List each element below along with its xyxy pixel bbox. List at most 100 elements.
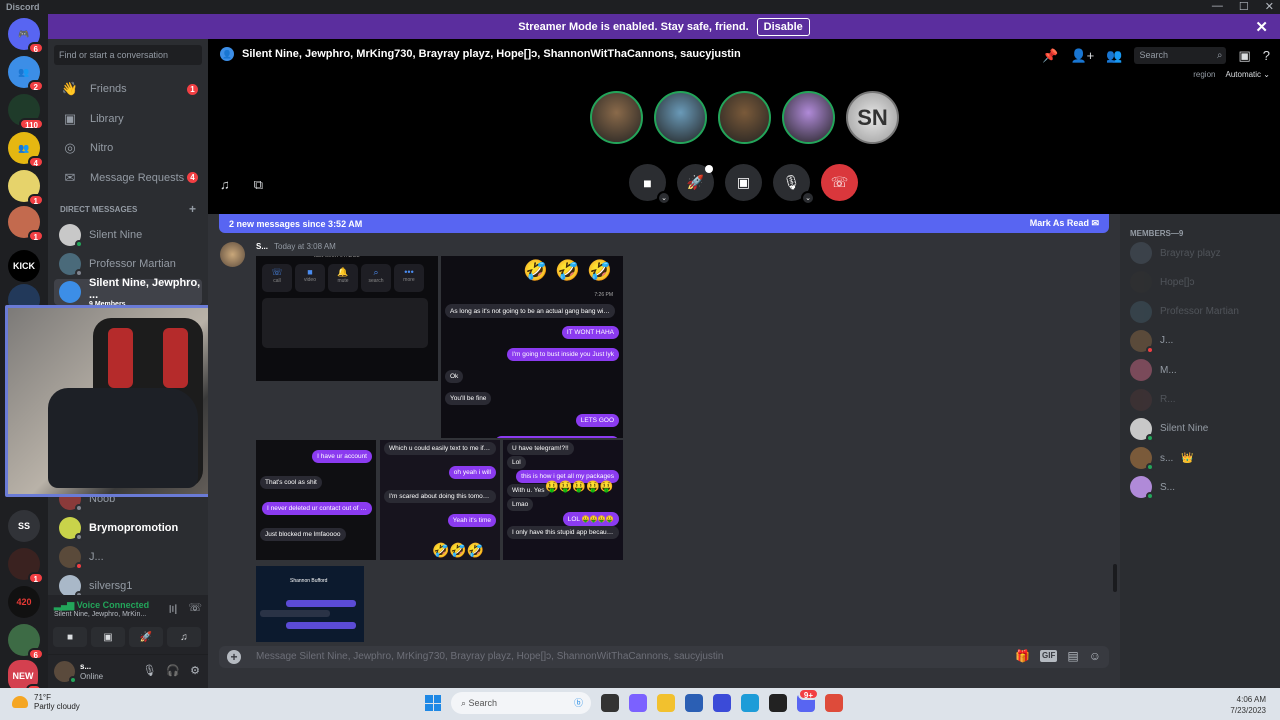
gift-icon[interactable]: 🎁 xyxy=(1015,649,1030,663)
participant-2-avatar[interactable] xyxy=(654,91,707,144)
activity-button[interactable]: 🚀 xyxy=(129,627,163,647)
screen-share-button[interactable]: ▣ xyxy=(91,627,125,647)
chat-scrollbar[interactable] xyxy=(1113,564,1117,592)
user-avatar[interactable] xyxy=(54,661,77,684)
attachment-image-2[interactable]: 🤣 🤣 🤣 7:26 PM As long as it's not going … xyxy=(441,256,623,438)
obs-icon[interactable] xyxy=(769,694,787,712)
participant-silent-nine-avatar[interactable]: SN xyxy=(846,91,899,144)
participant-4-avatar[interactable] xyxy=(782,91,835,144)
attachment-image-5[interactable]: U have telegram!?!! Lol this is how i get … xyxy=(503,440,623,560)
soundboard-icon[interactable]: ♫ xyxy=(220,177,230,193)
guild-server-ss[interactable]: SS xyxy=(8,510,40,542)
system-clock[interactable]: 4:06 AM 7/23/2023 xyxy=(1230,694,1266,716)
chevron-down-icon[interactable]: ⌄ xyxy=(657,191,671,205)
disable-streamer-mode-button[interactable]: Disable xyxy=(756,17,810,36)
mark-as-read-button[interactable]: Mark As Read ✉ xyxy=(1030,218,1099,229)
minimize-button[interactable]: — xyxy=(1212,0,1223,13)
dm-item[interactable]: Silent Nine, Jewphro, ... 9 Members xyxy=(54,277,202,308)
microsoft-store-icon[interactable] xyxy=(685,694,703,712)
help-icon[interactable]: ? xyxy=(1263,48,1270,63)
gear-icon[interactable]: ⚙ xyxy=(190,664,200,677)
search-input[interactable]: Search ⌕ xyxy=(1134,47,1227,64)
guild-discord-home[interactable]: 🎮 6 xyxy=(8,18,44,54)
sidebar-item-nitro[interactable]: ◎ Nitro xyxy=(54,134,202,162)
member-item[interactable]: Hope[]ɔ xyxy=(1130,271,1194,294)
sticker-icon[interactable]: ▤ xyxy=(1067,649,1078,663)
guild-server-420[interactable]: 420 xyxy=(8,586,40,618)
discord-icon[interactable]: 9+ xyxy=(797,688,819,712)
app-m-icon[interactable] xyxy=(713,694,731,712)
member-item[interactable]: S... xyxy=(1130,476,1175,501)
teams-chat-icon[interactable] xyxy=(629,694,647,712)
member-item[interactable]: Professor Martian xyxy=(1130,300,1239,323)
sidebar-item-friends[interactable]: 👋 Friends 1 xyxy=(54,75,202,103)
message-author[interactable]: S... xyxy=(256,242,268,251)
task-view-icon[interactable] xyxy=(601,694,619,712)
guild-server-dark[interactable]: 1 xyxy=(8,548,44,584)
add-friends-icon[interactable]: 👤+ xyxy=(1071,48,1095,64)
microphone-icon[interactable]: 🎙 xyxy=(142,664,156,677)
close-window-button[interactable]: ✕ xyxy=(1265,0,1274,13)
disconnect-icon[interactable]: ☏ xyxy=(188,601,202,617)
headphones-icon[interactable]: 🎧 xyxy=(166,664,180,677)
chrome-icon[interactable] xyxy=(825,694,843,712)
taskbar-search[interactable]: ⌕ Search ⓑ xyxy=(451,692,591,714)
gif-icon[interactable]: GIF xyxy=(1040,650,1058,662)
message-composer[interactable]: + Message Silent Nine, Jewphro, MrKing73… xyxy=(219,646,1109,668)
camera-button[interactable]: ■ xyxy=(53,627,87,647)
start-button[interactable] xyxy=(425,695,441,711)
voice-channel-name[interactable]: Silent Nine, Jewphro, MrKin... xyxy=(54,611,146,618)
maximize-button[interactable]: ☐ xyxy=(1239,0,1249,13)
new-messages-bar[interactable]: 2 new messages since 3:52 AM Mark As Rea… xyxy=(219,214,1109,233)
dm-item[interactable]: Brymopromotion xyxy=(54,514,202,542)
activity-button[interactable]: 🚀 xyxy=(677,164,714,201)
sidebar-item-library[interactable]: ▣ Library xyxy=(54,105,202,133)
member-list-icon[interactable]: 👥 xyxy=(1106,48,1122,64)
dm-item[interactable]: J... xyxy=(54,543,202,571)
dm-item[interactable]: Professor Martian xyxy=(54,250,202,278)
disconnect-button[interactable]: ☏ xyxy=(821,164,858,201)
member-item[interactable]: s... 👑 xyxy=(1130,447,1194,472)
camera-toggle-button[interactable]: ■ ⌄ xyxy=(629,164,671,205)
guild-group-dm-yellow[interactable]: 👥 4 xyxy=(8,132,44,168)
member-item[interactable]: Silent Nine xyxy=(1130,417,1208,442)
attachment-image-6[interactable]: Shannon Bufford xyxy=(256,566,364,642)
member-item[interactable]: R... xyxy=(1130,388,1176,411)
inbox-icon[interactable]: ▣ xyxy=(1238,48,1250,64)
participant-1-avatar[interactable] xyxy=(590,91,643,144)
chevron-down-icon[interactable]: ⌄ xyxy=(801,191,815,205)
region-selector[interactable]: region Automatic ⌄ xyxy=(1193,70,1270,79)
guild-server-purple[interactable]: 6 xyxy=(8,624,44,660)
attachment-image-3[interactable]: I have ur account That's cool as shit I ne… xyxy=(256,440,376,560)
file-explorer-icon[interactable] xyxy=(657,694,675,712)
close-banner-icon[interactable]: ✕ xyxy=(1255,18,1268,36)
message-input[interactable]: Message Silent Nine, Jewphro, MrKing730,… xyxy=(256,651,723,662)
member-item[interactable]: Brayray playz xyxy=(1130,242,1221,264)
guild-server-kick[interactable]: KICK xyxy=(8,250,40,282)
find-conversation-input[interactable]: Find or start a conversation xyxy=(54,45,202,65)
region-value[interactable]: Automatic ⌄ xyxy=(1225,70,1270,79)
emoji-picker-icon[interactable]: ☺ xyxy=(1089,649,1101,663)
guild-group-dm[interactable]: 👥 2 xyxy=(8,56,44,92)
weather-widget[interactable]: 71°F Partly cloudy xyxy=(12,693,80,711)
attachment-image-1[interactable]: last seen 07/1/23 ☏ call ■ video 🔔 mute ⌕ searc… xyxy=(256,256,438,381)
attach-plus-icon[interactable]: + xyxy=(227,650,241,664)
edge-icon[interactable] xyxy=(741,694,759,712)
member-item[interactable]: J... xyxy=(1130,329,1173,354)
soundboard-button[interactable]: ♫ xyxy=(167,627,201,647)
member-item[interactable]: M... xyxy=(1130,359,1177,382)
bing-icon[interactable]: ⓑ xyxy=(574,692,583,714)
message-author-avatar[interactable] xyxy=(220,242,245,267)
guild-server-green[interactable]: 110 xyxy=(8,94,44,130)
guild-server-frog[interactable]: 1 xyxy=(8,170,44,206)
create-dm-button[interactable]: + xyxy=(189,202,196,216)
participant-3-avatar[interactable] xyxy=(718,91,771,144)
popout-icon[interactable]: ⧉ xyxy=(254,177,263,193)
guild-server-robot[interactable]: 1 xyxy=(8,206,44,242)
mute-button[interactable]: 🎙 ⌄ xyxy=(773,164,815,205)
noise-suppression-icon[interactable]: 〣 xyxy=(167,601,178,617)
screen-share-button[interactable]: ▣ xyxy=(725,164,762,201)
attachment-image-4[interactable]: Which u could easily text to me if u sti… xyxy=(380,440,500,560)
pin-icon[interactable]: 📌 xyxy=(1042,48,1058,64)
sidebar-item-message-requests[interactable]: ✉ Message Requests 4 xyxy=(54,164,202,192)
